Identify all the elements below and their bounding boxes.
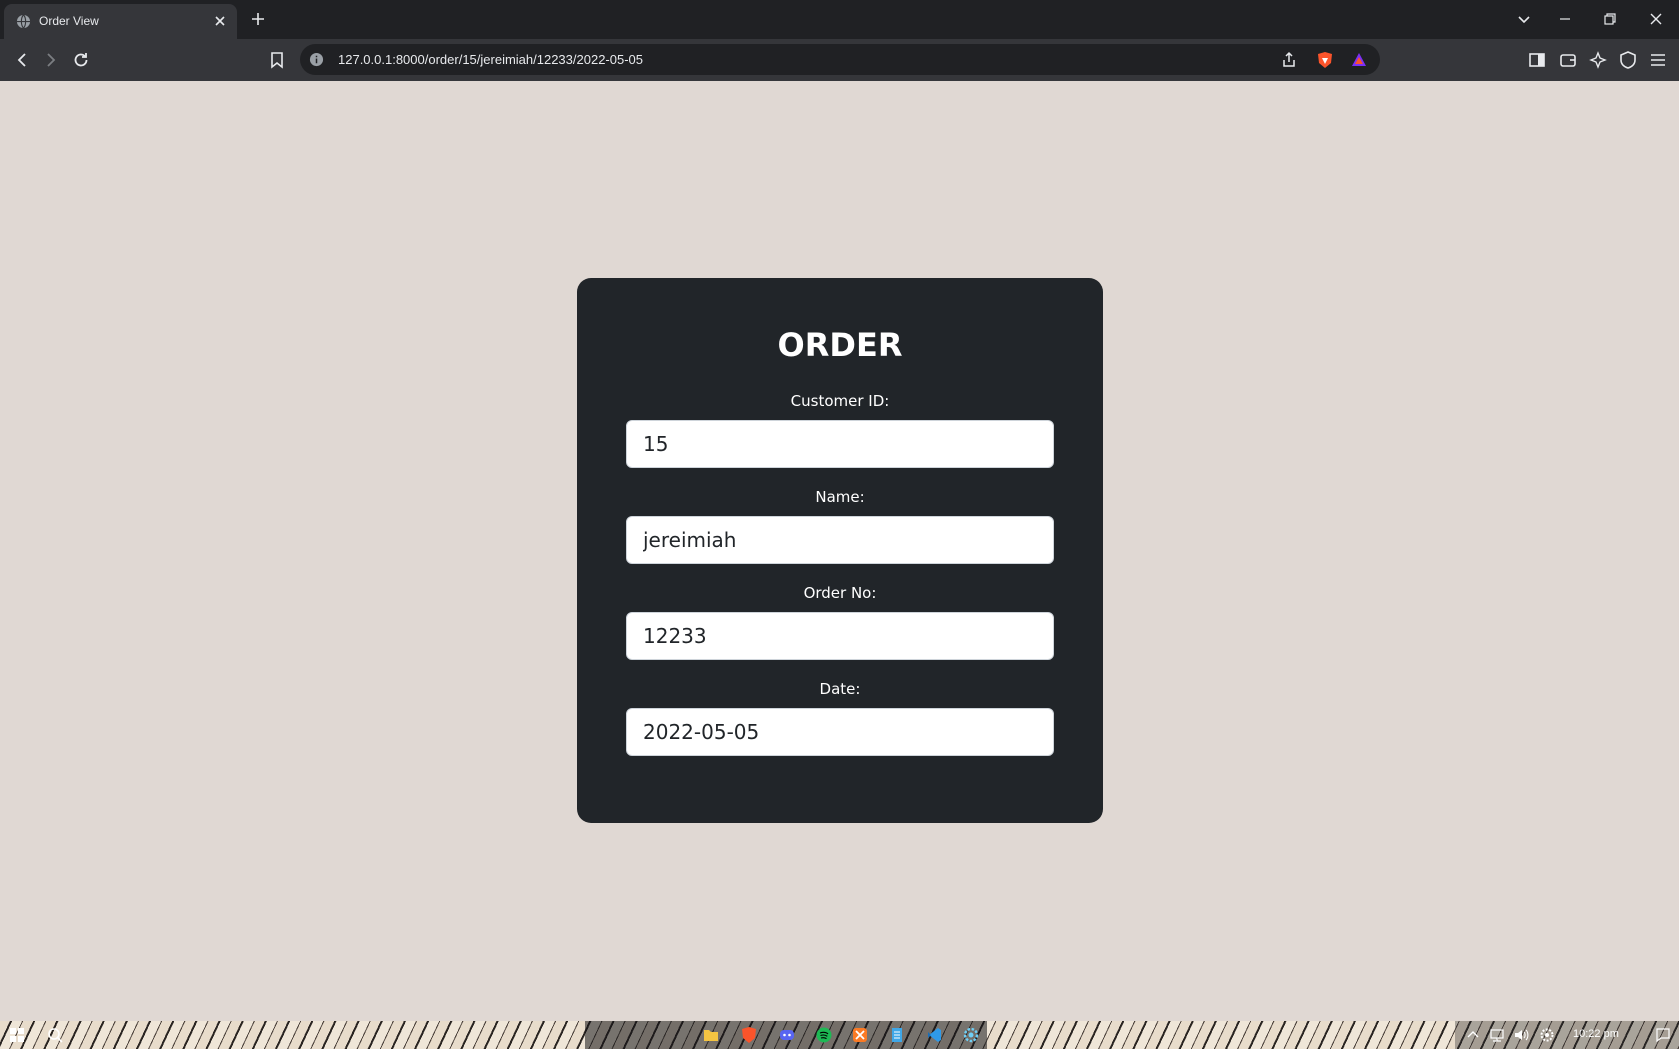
bookmark-icon[interactable]	[267, 50, 287, 70]
vpn-icon[interactable]	[1618, 50, 1638, 70]
chevron-up-icon[interactable]	[1464, 1026, 1482, 1044]
notification-icon[interactable]	[1654, 1026, 1672, 1044]
page-viewport: ORDER Customer ID: Name: Order No: Date:	[0, 81, 1679, 1021]
vscode-icon[interactable]	[925, 1026, 943, 1044]
order-no-field[interactable]	[626, 612, 1054, 660]
back-icon[interactable]	[12, 50, 32, 70]
volume-icon[interactable]	[1512, 1026, 1530, 1044]
info-icon[interactable]	[309, 52, 324, 67]
order-no-label: Order No:	[803, 584, 877, 602]
discord-icon[interactable]	[778, 1026, 796, 1044]
name-label: Name:	[815, 488, 865, 506]
chevron-down-icon[interactable]	[1516, 11, 1532, 27]
windows-start-icon[interactable]	[8, 1026, 26, 1044]
date-label: Date:	[819, 680, 861, 698]
url-text[interactable]: 127.0.0.1:8000/order/15/jereimiah/12233/…	[338, 52, 643, 67]
brave-rewards-icon[interactable]	[1350, 51, 1368, 69]
date-field[interactable]	[626, 708, 1054, 756]
folder-icon[interactable]	[702, 1026, 720, 1044]
brave-icon[interactable]	[740, 1026, 758, 1044]
browser-toolbar: 127.0.0.1:8000/order/15/jereimiah/12233/…	[0, 39, 1679, 81]
globe-icon	[16, 14, 31, 29]
wallet-icon[interactable]	[1558, 50, 1578, 70]
customer-id-label: Customer ID:	[790, 392, 890, 410]
share-icon[interactable]	[1280, 51, 1298, 69]
page-title: ORDER	[777, 326, 903, 364]
tab-title: Order View	[39, 14, 99, 28]
network-icon[interactable]	[1488, 1026, 1506, 1044]
spotify-icon[interactable]	[815, 1026, 833, 1044]
menu-icon[interactable]	[1648, 50, 1668, 70]
settings-icon[interactable]	[1538, 1026, 1556, 1044]
xampp-icon[interactable]	[851, 1026, 869, 1044]
taskbar-clock[interactable]: 10:22 pm	[1573, 1028, 1619, 1040]
settings-icon[interactable]	[962, 1026, 980, 1044]
address-bar[interactable]: 127.0.0.1:8000/order/15/jereimiah/12233/…	[300, 44, 1380, 75]
forward-icon[interactable]	[41, 50, 61, 70]
sidebar-icon[interactable]	[1527, 50, 1547, 70]
name-field[interactable]	[626, 516, 1054, 564]
minimize-icon[interactable]	[1557, 11, 1573, 27]
notepad-icon[interactable]	[888, 1026, 906, 1044]
browser-tab[interactable]: Order View	[4, 4, 237, 39]
order-card: ORDER Customer ID: Name: Order No: Date:	[577, 278, 1103, 823]
restore-icon[interactable]	[1602, 11, 1618, 27]
browser-tab-strip: Order View	[0, 0, 1679, 39]
leo-icon[interactable]	[1588, 50, 1608, 70]
search-icon[interactable]	[46, 1026, 64, 1044]
close-icon[interactable]	[1648, 11, 1664, 27]
taskbar: 10:22 pm	[0, 1021, 1679, 1049]
brave-shield-icon[interactable]	[1316, 51, 1334, 69]
system-tray	[1455, 1021, 1679, 1049]
close-icon[interactable]	[213, 14, 227, 28]
reload-icon[interactable]	[71, 50, 91, 70]
plus-icon[interactable]	[250, 11, 266, 27]
customer-id-field[interactable]	[626, 420, 1054, 468]
